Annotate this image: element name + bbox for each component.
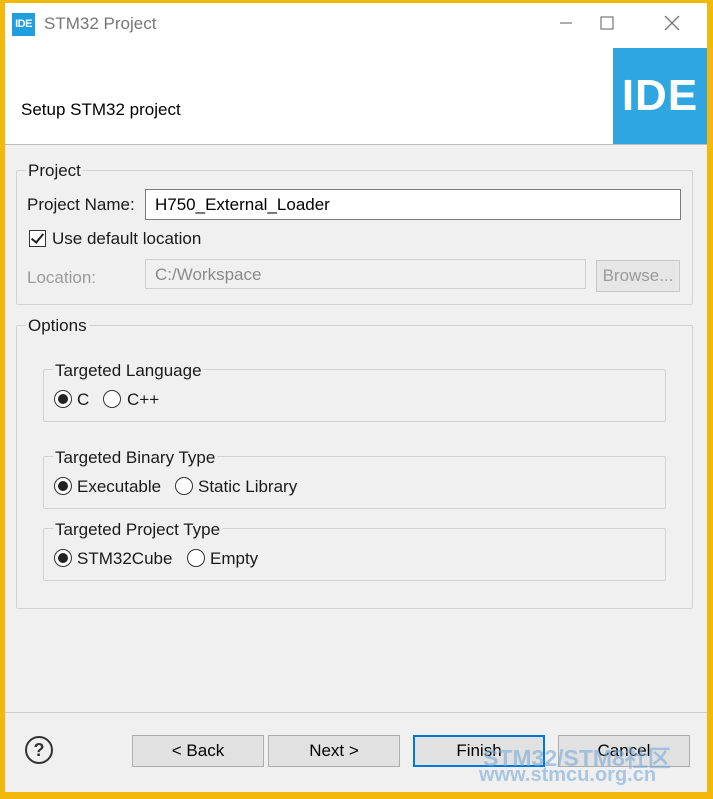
footer-separator (5, 712, 707, 713)
radio-type-empty[interactable] (187, 549, 205, 567)
back-button[interactable]: < Back (132, 735, 264, 767)
radio-type-stm32cube[interactable] (54, 549, 72, 567)
binary-group-label: Targeted Binary Type (53, 448, 218, 468)
project-name-label: Project Name: (27, 195, 135, 214)
options-group-label: Options (26, 316, 89, 336)
window-title: STM32 Project (44, 14, 157, 33)
next-button[interactable]: Next > (268, 735, 400, 767)
close-icon (664, 15, 680, 31)
browse-button[interactable]: Browse... (596, 260, 680, 292)
radio-binary-static-library[interactable] (175, 477, 193, 495)
location-input[interactable]: C:/Workspace (145, 259, 586, 289)
project-group-label: Project (26, 161, 83, 181)
radio-language-c[interactable] (54, 390, 72, 408)
language-c-label[interactable]: C (77, 390, 89, 410)
title-bar[interactable]: IDE STM32 Project (5, 3, 707, 46)
use-default-location-label[interactable]: Use default location (52, 229, 201, 249)
minimize-button[interactable] (545, 9, 587, 39)
type-empty-label[interactable]: Empty (210, 549, 258, 569)
project-name-input[interactable]: H750_External_Loader (145, 189, 681, 220)
radio-language-cpp[interactable] (103, 390, 121, 408)
minimize-icon (560, 22, 572, 24)
help-icon[interactable]: ? (25, 736, 53, 764)
wizard-header: Setup STM32 project IDE (5, 46, 707, 145)
language-cpp-label[interactable]: C++ (127, 390, 159, 410)
watermark-line2: www.stmcu.org.cn (479, 764, 657, 786)
binary-static-library-label[interactable]: Static Library (198, 477, 297, 497)
use-default-location-checkbox[interactable] (29, 230, 46, 247)
ide-logo: IDE (613, 48, 707, 144)
page-title: Setup STM32 project (21, 100, 181, 119)
location-label: Location: (27, 268, 96, 287)
type-stm32cube-label[interactable]: STM32Cube (77, 549, 172, 569)
maximize-icon (600, 16, 614, 30)
maximize-button[interactable] (586, 9, 628, 39)
radio-binary-executable[interactable] (54, 477, 72, 495)
dialog-window: IDE STM32 Project Setup STM32 project ID… (5, 3, 707, 792)
language-group-label: Targeted Language (53, 361, 204, 381)
close-button[interactable] (651, 9, 693, 39)
app-icon: IDE (12, 13, 35, 36)
project-type-group-label: Targeted Project Type (53, 520, 223, 540)
binary-executable-label[interactable]: Executable (77, 477, 161, 497)
